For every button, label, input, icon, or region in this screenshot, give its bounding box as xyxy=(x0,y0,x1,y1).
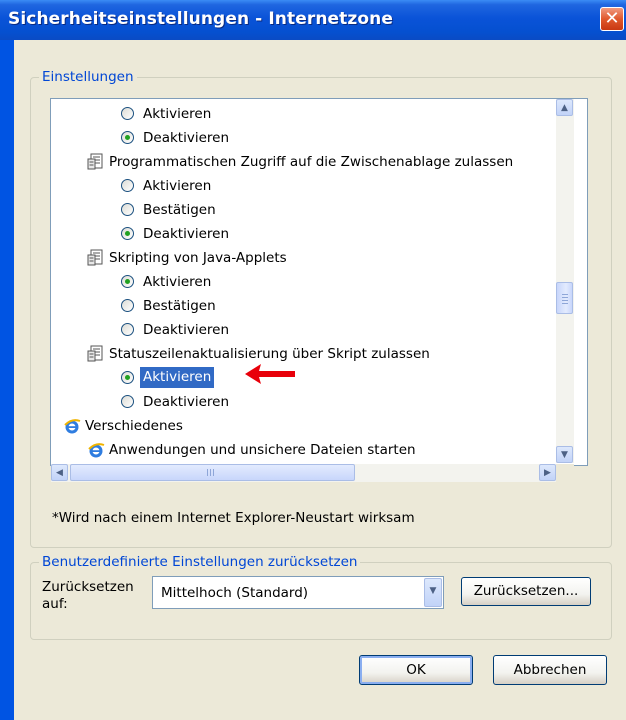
radio-button[interactable] xyxy=(121,107,134,120)
cancel-button[interactable]: Abbrechen xyxy=(493,655,607,685)
radio-option[interactable]: Aktivieren xyxy=(51,102,571,126)
radio-button[interactable] xyxy=(121,227,134,240)
radio-button[interactable] xyxy=(121,395,134,408)
scroll-down-button[interactable]: ▼ xyxy=(556,446,573,463)
option-label: Anwendungen und unsichere Dateien starte… xyxy=(109,442,416,458)
setting-item: Statuszeilenaktualisierung über Skript z… xyxy=(51,342,571,366)
scroll-left-button[interactable]: ◀ xyxy=(51,464,68,481)
option-label: Deaktivieren xyxy=(143,226,229,242)
radio-option[interactable]: Bestätigen xyxy=(51,294,571,318)
script-setting-icon xyxy=(87,153,103,170)
window-title: Sicherheitseinstellungen - Internetzone xyxy=(8,9,393,29)
arrow-left-icon: ◀ xyxy=(56,468,63,478)
chevron-down-icon: ▼ xyxy=(429,586,437,596)
radio-button[interactable] xyxy=(121,323,134,336)
ok-button[interactable]: OK xyxy=(359,655,473,685)
option-label: Aktivieren xyxy=(143,274,212,290)
reset-label-line2: auf: xyxy=(42,596,68,612)
setting-item: Skripting von Java-Applets xyxy=(51,246,571,270)
option-label: Aktivieren xyxy=(143,178,212,194)
category-item: Verschiedenes xyxy=(51,414,571,438)
script-setting-icon xyxy=(87,249,103,266)
reset-label-line1: Zurücksetzen xyxy=(42,579,134,595)
arrow-down-icon: ▼ xyxy=(561,450,568,460)
radio-option[interactable]: Deaktivieren xyxy=(51,390,571,414)
option-label: Deaktivieren xyxy=(143,130,229,146)
radio-option[interactable]: Deaktivieren xyxy=(51,222,571,246)
dropdown-arrow-button[interactable]: ▼ xyxy=(424,578,442,607)
scroll-up-button[interactable]: ▲ xyxy=(556,99,573,116)
option-label: Verschiedenes xyxy=(85,418,183,434)
reset-label: Zurücksetzen auf: xyxy=(42,579,134,613)
arrow-up-icon: ▲ xyxy=(561,103,568,113)
option-label: Deaktivieren xyxy=(143,322,229,338)
option-label: Aktivieren xyxy=(143,106,212,122)
scrollbar-corner xyxy=(556,464,574,482)
vertical-scroll-thumb[interactable] xyxy=(556,282,573,314)
settings-tree[interactable]: Aktivieren Deaktivieren Programmatischen Z… xyxy=(50,98,588,466)
radio-button[interactable] xyxy=(121,299,134,312)
radio-button[interactable] xyxy=(121,131,134,144)
radio-option[interactable]: Deaktivieren xyxy=(51,126,571,150)
radio-button[interactable] xyxy=(121,371,134,384)
radio-option[interactable]: Aktivieren xyxy=(51,270,571,294)
radio-option[interactable]: Aktivieren xyxy=(51,174,571,198)
close-icon: ✕ xyxy=(604,8,620,29)
radio-option[interactable]: Aktivieren xyxy=(51,366,571,390)
title-bar[interactable]: Sicherheitseinstellungen - Internetzone … xyxy=(0,0,626,40)
arrow-right-icon: ▶ xyxy=(544,468,551,478)
setting-item: Programmatischen Zugriff auf die Zwische… xyxy=(51,150,571,174)
radio-button[interactable] xyxy=(121,179,134,192)
radio-option[interactable]: Deaktivieren xyxy=(51,318,571,342)
setting-item: Anwendungen und unsichere Dateien starte… xyxy=(51,438,571,462)
horizontal-scroll-thumb[interactable] xyxy=(70,464,355,481)
option-label: Programmatischen Zugriff auf die Zwische… xyxy=(109,154,514,170)
internet-explorer-icon xyxy=(64,419,81,434)
reset-level-value: Mittelhoch (Standard) xyxy=(161,585,309,601)
option-label: Skripting von Java-Applets xyxy=(109,250,287,266)
reset-group-label: Benutzerdefinierte Einstellungen zurücks… xyxy=(39,554,361,570)
scroll-right-button[interactable]: ▶ xyxy=(539,464,556,481)
radio-option[interactable]: Bestätigen xyxy=(51,198,571,222)
radio-button[interactable] xyxy=(121,275,134,288)
annotation-arrow-icon xyxy=(245,364,295,384)
vertical-scrollbar[interactable]: ▲ ▼ xyxy=(556,99,574,463)
script-setting-icon xyxy=(87,345,103,362)
settings-group-label: Einstellungen xyxy=(39,69,137,85)
option-label: Bestätigen xyxy=(143,202,216,218)
reset-level-dropdown[interactable]: Mittelhoch (Standard) ▼ xyxy=(152,576,444,609)
reset-button[interactable]: Zurücksetzen... xyxy=(461,577,591,606)
close-button[interactable]: ✕ xyxy=(600,7,624,31)
radio-button[interactable] xyxy=(121,203,134,216)
restart-footnote: *Wird nach einem Internet Explorer-Neust… xyxy=(52,510,415,526)
option-label: Bestätigen xyxy=(143,298,216,314)
selected-option-label: Aktivieren xyxy=(138,366,216,389)
internet-explorer-icon xyxy=(88,443,105,458)
option-label: Deaktivieren xyxy=(143,394,229,410)
